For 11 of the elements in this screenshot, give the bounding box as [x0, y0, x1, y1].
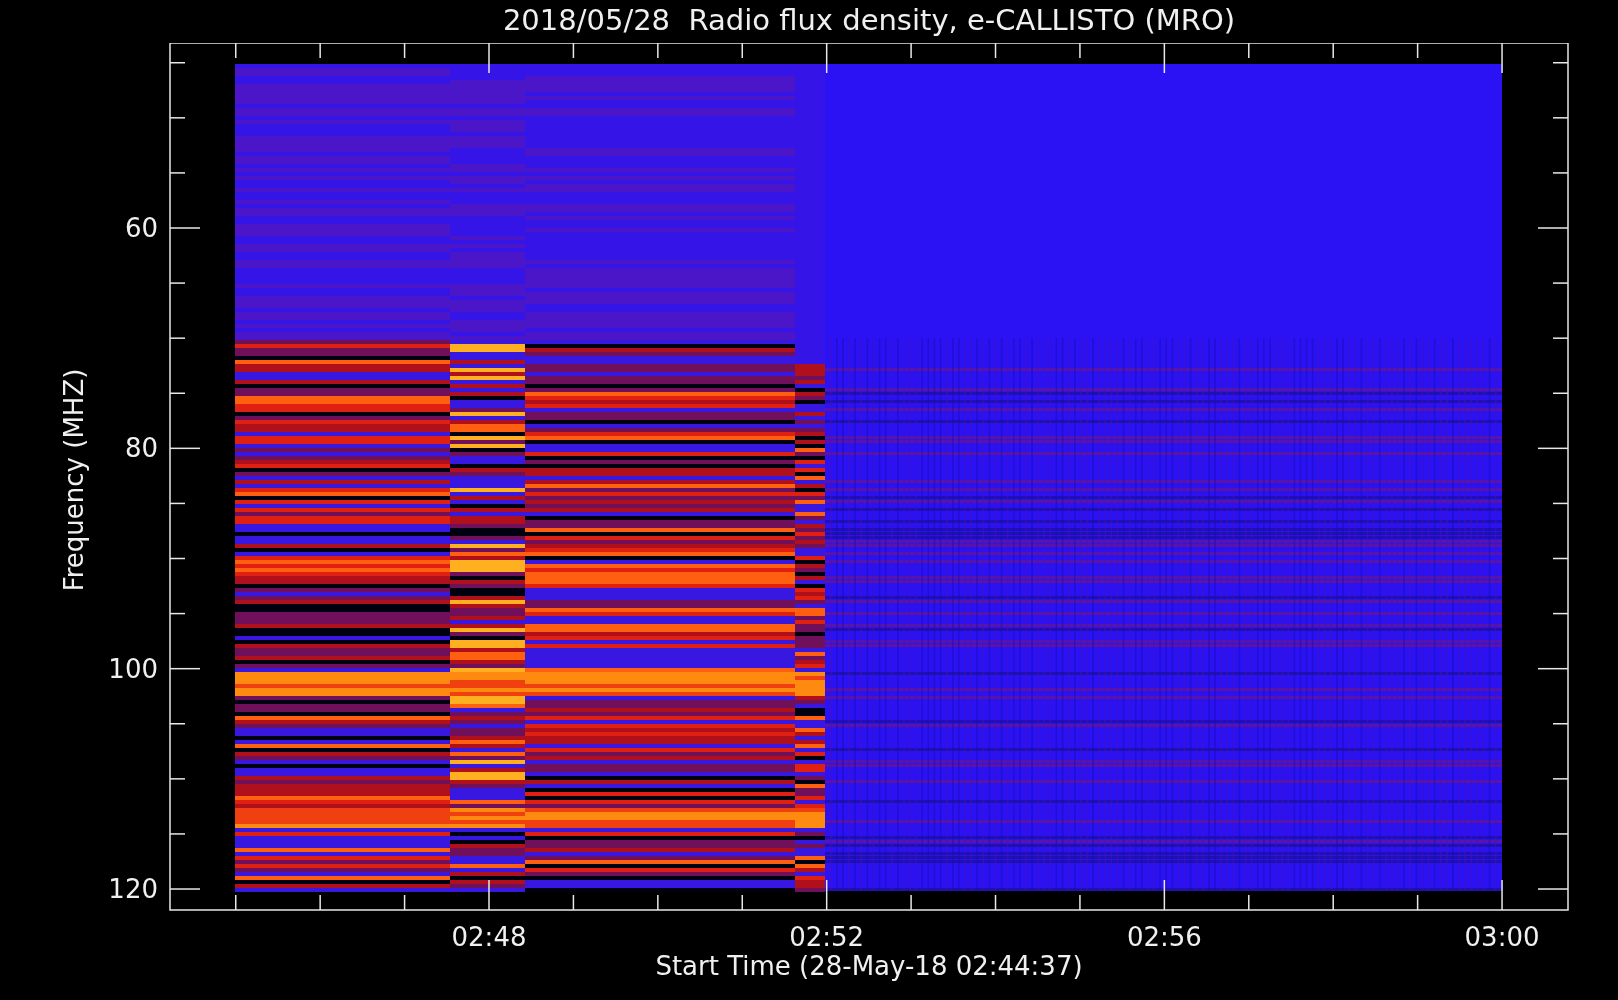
tick-label: 03:00 — [1464, 922, 1540, 952]
tick-label: 80 — [124, 433, 158, 464]
chart-title: 2018/05/28 Radio flux density, e-CALLISTO (MRO) — [502, 2, 1236, 39]
axis-label: Frequency (MHZ) — [59, 368, 89, 592]
tick-label: 60 — [124, 213, 158, 243]
tick-label: 02:48 — [451, 922, 527, 952]
tick-label: 120 — [108, 874, 158, 904]
tick-label: 100 — [108, 653, 158, 684]
tick-label: 02:52 — [789, 922, 865, 952]
axis-label: Start Time (28-May-18 02:44:37) — [655, 951, 1083, 981]
tick-label: 02:56 — [1126, 922, 1202, 952]
